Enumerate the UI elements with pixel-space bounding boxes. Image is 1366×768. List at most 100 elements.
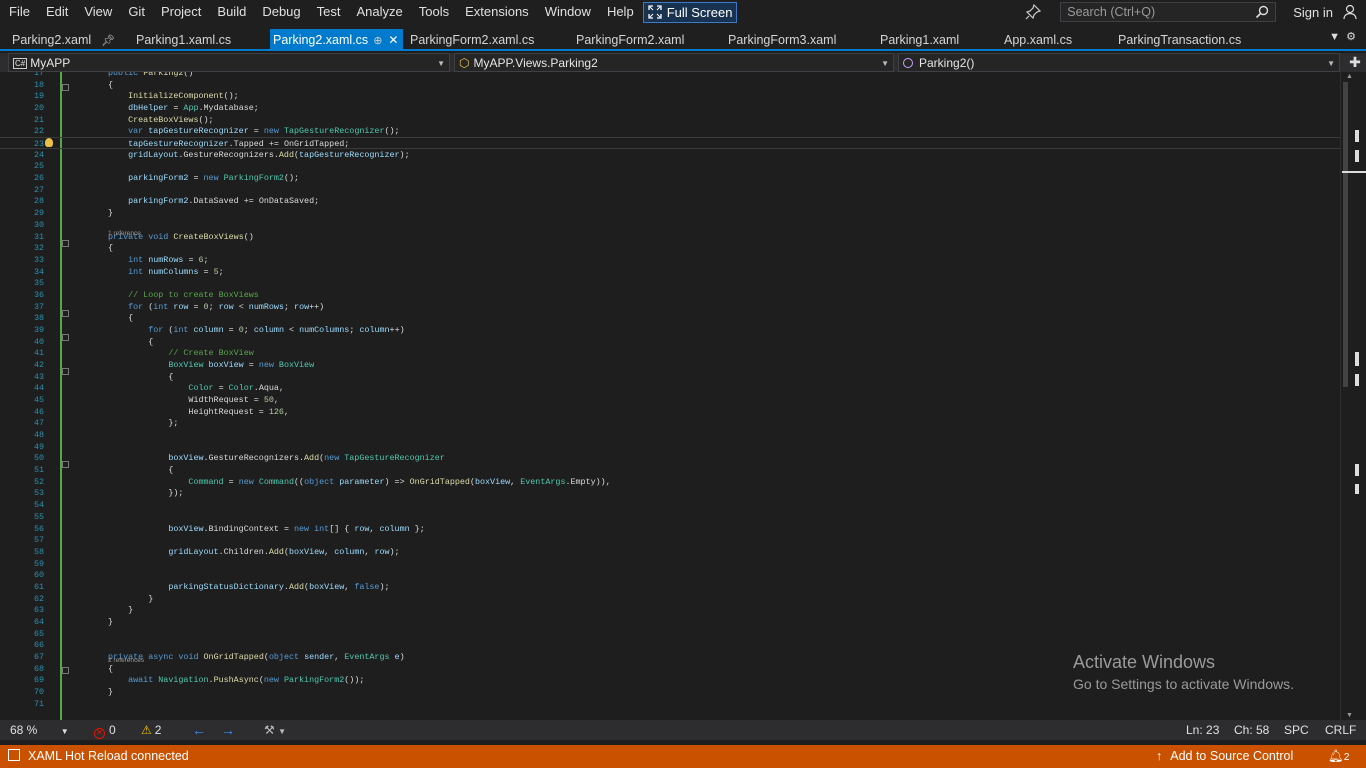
menu-analyze[interactable]: Analyze: [347, 0, 409, 24]
codelens-references[interactable]: 2 references: [108, 657, 144, 664]
code-line[interactable]: 54: [0, 499, 1340, 511]
code-line[interactable]: 40 {: [0, 336, 1340, 348]
navigate-back-icon[interactable]: ←: [192, 720, 206, 740]
vertical-scrollbar[interactable]: ▲ ▼: [1340, 72, 1366, 720]
menu-window[interactable]: Window: [536, 0, 598, 24]
collapse-icon[interactable]: [62, 84, 69, 91]
menu-project[interactable]: Project: [152, 0, 208, 24]
tab-parking1-xaml[interactable]: Parking1.xaml: [880, 29, 959, 51]
code-line[interactable]: 23 tapGestureRecognizer.Tapped += OnGrid…: [0, 137, 1340, 150]
close-icon[interactable]: ✕: [388, 33, 398, 47]
column-number[interactable]: Ch: 58: [1234, 720, 1269, 740]
code-line[interactable]: 26 parkingForm2 = new ParkingForm2();: [0, 172, 1340, 184]
project-dropdown[interactable]: C# MyAPP ▼: [8, 53, 450, 72]
code-line[interactable]: 27: [0, 184, 1340, 196]
menu-build[interactable]: Build: [208, 0, 253, 24]
fullscreen-button[interactable]: Full Screen: [642, 1, 738, 23]
menu-test[interactable]: Test: [308, 0, 348, 24]
codelens-references[interactable]: 1 reference: [108, 230, 141, 237]
pin-icon[interactable]: 📌︎: [101, 35, 115, 47]
code-line[interactable]: 58 gridLayout.Children.Add(boxView, colu…: [0, 546, 1340, 558]
code-line[interactable]: 43 {: [0, 371, 1340, 383]
code-line[interactable]: 52 Command = new Command((object paramet…: [0, 476, 1340, 488]
code-line[interactable]: 39 for (int column = 0; column < numColu…: [0, 324, 1340, 336]
code-line[interactable]: 21 CreateBoxViews();: [0, 114, 1340, 126]
code-line[interactable]: 41 // Create BoxView: [0, 347, 1340, 359]
navigate-forward-icon[interactable]: →: [221, 720, 235, 740]
code-line[interactable]: 28 parkingForm2.DataSaved += OnDataSaved…: [0, 195, 1340, 207]
tab-parking1-xaml-cs[interactable]: Parking1.xaml.cs: [136, 29, 231, 51]
tab-parkingtransaction-cs[interactable]: ParkingTransaction.cs: [1118, 29, 1241, 51]
hot-reload-status[interactable]: XAML Hot Reload connected: [8, 745, 189, 768]
scroll-thumb[interactable]: [1343, 82, 1348, 387]
account-icon[interactable]: [1342, 4, 1358, 20]
code-line[interactable]: 33 int numRows = 6;: [0, 254, 1340, 266]
code-line[interactable]: 49: [0, 441, 1340, 453]
menu-tools[interactable]: Tools: [410, 0, 456, 24]
tab-parkingform2-xaml[interactable]: ParkingForm2.xaml: [576, 29, 684, 51]
warnings-indicator[interactable]: ⚠ 2: [141, 720, 161, 740]
tab-parkingform2-xaml-cs[interactable]: ParkingForm2.xaml.cs: [410, 29, 534, 51]
code-line[interactable]: 47 };: [0, 417, 1340, 429]
code-line[interactable]: 29}: [0, 207, 1340, 219]
code-line[interactable]: 31 private void CreateBoxViews(): [0, 231, 1340, 243]
code-line[interactable]: 56 boxView.BindingContext = new int[] { …: [0, 523, 1340, 535]
menu-debug[interactable]: Debug: [253, 0, 307, 24]
code-line[interactable]: 66: [0, 639, 1340, 651]
split-editor-icon[interactable]: ✚: [1347, 54, 1363, 71]
line-ending[interactable]: CRLF: [1325, 720, 1356, 740]
collapse-icon[interactable]: [62, 310, 69, 317]
collapse-icon[interactable]: [62, 461, 69, 468]
collapse-icon[interactable]: [62, 667, 69, 674]
code-line[interactable]: 37 for (int row = 0; row < numRows; row+…: [0, 301, 1340, 313]
code-line[interactable]: 62 }: [0, 593, 1340, 605]
code-line[interactable]: 38 {: [0, 312, 1340, 324]
lightbulb-icon[interactable]: [45, 138, 53, 147]
pin-icon[interactable]: ⊕: [373, 35, 382, 47]
code-cleanup-icon[interactable]: ⚒ ▼: [264, 720, 286, 742]
code-line[interactable]: 25: [0, 160, 1340, 172]
code-line[interactable]: 59: [0, 558, 1340, 570]
tab-parking2-xaml[interactable]: Parking2.xaml 📌︎: [12, 29, 115, 51]
tab-parkingform3-xaml[interactable]: ParkingForm3.xaml: [728, 29, 836, 51]
code-line[interactable]: 48: [0, 429, 1340, 441]
code-line[interactable]: 24 gridLayout.GestureRecognizers.Add(tap…: [0, 149, 1340, 161]
menu-extensions[interactable]: Extensions: [456, 0, 536, 24]
menu-help[interactable]: Help: [598, 0, 641, 24]
code-line[interactable]: 32 {: [0, 242, 1340, 254]
zoom-dropdown[interactable]: 68 % ▼: [10, 720, 69, 742]
code-line[interactable]: 42 BoxView boxView = new BoxView: [0, 359, 1340, 371]
tab-overflow-icon[interactable]: ▼ ⚙: [1329, 30, 1356, 43]
sign-in-link[interactable]: Sign in: [1293, 5, 1333, 20]
code-line[interactable]: 35: [0, 277, 1340, 289]
code-line[interactable]: 53 });: [0, 487, 1340, 499]
tab-app-xaml-cs[interactable]: App.xaml.cs: [1004, 29, 1072, 51]
code-line[interactable]: 34 int numColumns = 5;: [0, 266, 1340, 278]
code-line[interactable]: 36 // Loop to create BoxViews: [0, 289, 1340, 301]
scroll-down-icon[interactable]: ▼: [1346, 712, 1353, 719]
search-box[interactable]: Search (Ctrl+Q): [1060, 2, 1277, 22]
live-share-icon[interactable]: [1024, 3, 1042, 21]
collapse-icon[interactable]: [62, 240, 69, 247]
line-number[interactable]: Ln: 23: [1186, 720, 1219, 740]
code-line[interactable]: 64}: [0, 616, 1340, 628]
whitespace-mode[interactable]: SPC: [1284, 720, 1309, 740]
code-line[interactable]: 71: [0, 698, 1340, 710]
errors-indicator[interactable]: ✕ 0: [94, 720, 116, 740]
menu-view[interactable]: View: [75, 0, 119, 24]
code-line[interactable]: 46 HeightRequest = 126,: [0, 406, 1340, 418]
menu-file[interactable]: File: [0, 0, 37, 24]
code-line[interactable]: 63 }: [0, 604, 1340, 616]
code-line[interactable]: 55: [0, 511, 1340, 523]
code-line[interactable]: 61 parkingStatusDictionary.Add(boxView, …: [0, 581, 1340, 593]
collapse-icon[interactable]: [62, 368, 69, 375]
code-line[interactable]: 44 Color = Color.Aqua,: [0, 382, 1340, 394]
code-line[interactable]: 51 {: [0, 464, 1340, 476]
code-line[interactable]: 45 WidthRequest = 50,: [0, 394, 1340, 406]
add-to-source-control-button[interactable]: ↑ Add to Source Control: [1156, 745, 1293, 768]
tab-parking2-xaml-cs[interactable]: Parking2.xaml.cs ⊕ ✕: [270, 29, 403, 51]
member-dropdown[interactable]: Parking2() ▼: [898, 53, 1340, 72]
code-line[interactable]: 20 dbHelper = App.Mydatabase;: [0, 102, 1340, 114]
code-line[interactable]: 65: [0, 628, 1340, 640]
code-line[interactable]: 57: [0, 534, 1340, 546]
